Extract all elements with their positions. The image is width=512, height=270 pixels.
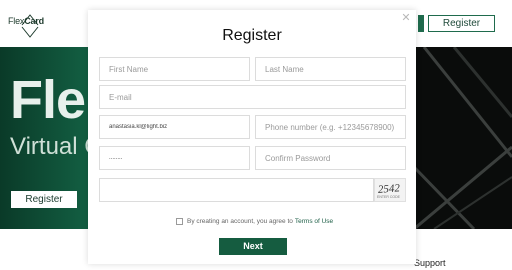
terms-row: By creating an account, you agree to Ter… xyxy=(176,216,333,226)
last-name-input[interactable] xyxy=(255,57,406,81)
logo-text: FlexCard xyxy=(8,16,44,26)
captcha-input[interactable] xyxy=(99,178,374,202)
close-icon[interactable]: ✕ xyxy=(400,12,412,24)
email-autofill-input[interactable] xyxy=(99,115,250,139)
terms-text: By creating an account, you agree to xyxy=(187,217,293,225)
email-input[interactable] xyxy=(99,85,406,109)
flexcard-logo[interactable]: FlexCard xyxy=(8,8,48,38)
next-button[interactable]: Next xyxy=(219,238,287,255)
terms-of-use-link[interactable]: Terms of Use xyxy=(295,218,333,225)
register-modal: ✕ Register 2542 ENTER CODE By creating a… xyxy=(88,10,416,264)
phone-input[interactable] xyxy=(255,115,406,139)
captcha-code: 2542 xyxy=(378,182,401,196)
support-link[interactable]: Support xyxy=(414,258,446,268)
modal-title: Register xyxy=(222,27,282,44)
header-register-button[interactable]: Register xyxy=(428,15,495,32)
hero-register-button[interactable]: Register xyxy=(11,191,77,208)
terms-checkbox[interactable] xyxy=(176,217,183,225)
captcha-image: 2542 ENTER CODE xyxy=(374,178,406,202)
password-input[interactable] xyxy=(99,146,250,170)
hero-dark-panel xyxy=(412,47,512,229)
hero-card-lines-graphic xyxy=(412,47,512,229)
confirm-password-input[interactable] xyxy=(255,146,406,170)
logo-diamond-bottom-icon xyxy=(21,26,39,38)
first-name-input[interactable] xyxy=(99,57,250,81)
header-green-button-edge[interactable] xyxy=(418,15,424,32)
hero-title: Fle xyxy=(10,70,86,130)
captcha-caption: ENTER CODE xyxy=(377,195,401,199)
